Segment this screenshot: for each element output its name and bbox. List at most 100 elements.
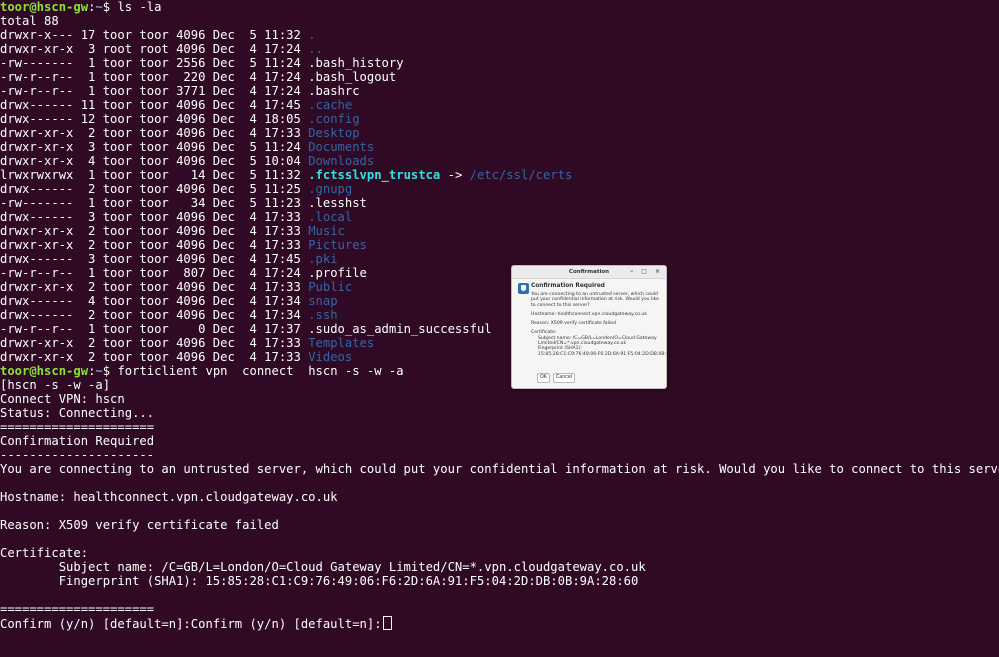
listing-name: .bash_history (308, 56, 404, 70)
prompt-path: ~ (95, 0, 103, 14)
dialog-message: You are connecting to an untrusted serve… (531, 292, 659, 308)
prompt-user-host: toor@hscn-gw (0, 364, 89, 378)
output-text: [hscn -s -w -a] (0, 378, 111, 392)
listing-row: drwx------ 3 toor toor 4096 Dec 4 17:45 … (0, 252, 999, 266)
listing-meta: -rw-r--r-- 1 toor toor 3771 Dec 4 17:24 (0, 84, 309, 98)
listing-row: drwxr-xr-x 3 toor toor 4096 Dec 5 11:24 … (0, 140, 999, 154)
listing-name: snap (308, 294, 338, 308)
listing-row: drwx------ 2 toor toor 4096 Dec 4 17:34 … (0, 308, 999, 322)
listing-meta: drwxr-xr-x 2 toor toor 4096 Dec 4 17:33 (0, 280, 309, 294)
output-text: ===================== (0, 602, 155, 616)
output-line: Confirmation Required (0, 434, 999, 448)
listing-row: -rw-r--r-- 1 toor toor 220 Dec 4 17:24 .… (0, 70, 999, 84)
listing-row: drwxr-xr-x 4 toor toor 4096 Dec 5 10:04 … (0, 154, 999, 168)
listing-row: drwx------ 2 toor toor 4096 Dec 5 11:25 … (0, 182, 999, 196)
listing-meta: drwxr-x--- 17 toor toor 4096 Dec 5 11:32 (0, 28, 309, 42)
terminal-cursor (382, 616, 392, 630)
listing-name: Downloads (308, 154, 375, 168)
output-line: Certificate: (0, 546, 999, 560)
listing-row: -rw-r--r-- 1 toor toor 0 Dec 4 17:37 .su… (0, 322, 999, 336)
dialog-reason: Reason: X509 verify certificate failed (531, 321, 616, 327)
window-controls[interactable]: – □ × (630, 266, 663, 278)
listing-name: Music (308, 224, 345, 238)
command-output: [hscn -s -w -a] Connect VPN: hscn Status: … (0, 378, 999, 631)
listing-row: drwx------ 12 toor toor 4096 Dec 4 18:05… (0, 112, 999, 126)
listing-meta: drwx------ 2 toor toor 4096 Dec 4 17:34 (0, 308, 309, 322)
listing-name: .local (308, 210, 353, 224)
output-text: Subject name: /C=GB/L=London/O=Cloud Gat… (0, 560, 646, 574)
terminal-window[interactable]: toor@hscn-gw:~$ ls -la total 88 drwxr-x-… (0, 0, 999, 657)
listing-meta: drwxr-xr-x 3 toor toor 4096 Dec 5 11:24 (0, 140, 309, 154)
listing-name: .pki (308, 252, 338, 266)
link-arrow: -> (440, 168, 470, 182)
output-text: Hostname: healthconnect.vpn.cloudgateway… (0, 490, 338, 504)
listing-name: .lesshst (308, 196, 367, 210)
output-line: Reason: X509 verify certificate failed (0, 518, 999, 532)
listing-name: Pictures (308, 238, 367, 252)
listing-meta: drwx------ 12 toor toor 4096 Dec 4 18:05 (0, 112, 309, 126)
listing-name: Desktop (308, 126, 360, 140)
listing-meta: drwxr-xr-x 2 toor toor 4096 Dec 4 17:33 (0, 126, 309, 140)
listing-row: drwx------ 4 toor toor 4096 Dec 4 17:34 … (0, 294, 999, 308)
listing-name: .profile (308, 266, 367, 280)
output-line: Status: Connecting... (0, 406, 999, 420)
prompt-line: toor@hscn-gw:~$ forticlient vpn connect … (0, 364, 999, 378)
listing-meta: drwxr-xr-x 2 toor toor 4096 Dec 4 17:33 (0, 238, 309, 252)
output-line: Confirm (y/n) [default=n]:Confirm (y/n) … (0, 616, 999, 631)
dialog-cert-subject: Subject name: /C=GB/L=London/O=Cloud Gat… (538, 335, 657, 347)
output-text: Reason: X509 verify certificate failed (0, 518, 279, 532)
listing-name: Videos (308, 350, 353, 364)
dialog-buttons: OK Cancel (537, 373, 576, 383)
listing-name: .sudo_as_admin_successful (308, 322, 492, 336)
listing-name: .gnupg (308, 182, 353, 196)
output-line: ===================== (0, 420, 999, 434)
dialog-cert-fingerprint: Fingerprint (SHA1): 15:85:28:C1:C9:76:49… (538, 346, 667, 357)
output-text: Fingerprint (SHA1): 15:85:28:C1:C9:76:49… (0, 574, 639, 588)
listing-meta: drwxr-xr-x 3 root root 4096 Dec 4 17:24 (0, 42, 309, 56)
listing-meta: -rw------- 1 toor toor 34 Dec 5 11:23 (0, 196, 309, 210)
listing-name: .fctsslvpn_trustca (308, 168, 441, 182)
listing-meta: drwx------ 2 toor toor 4096 Dec 5 11:25 (0, 182, 309, 196)
listing-row: drwxr-xr-x 2 toor toor 4096 Dec 4 17:33 … (0, 126, 999, 140)
output-line: --------------------- (0, 448, 999, 462)
listing-meta: drwxr-xr-x 2 toor toor 4096 Dec 4 17:33 (0, 224, 309, 238)
output-text: Certificate: (0, 546, 89, 560)
listing-row: -rw------- 1 toor toor 34 Dec 5 11:23 .l… (0, 196, 999, 210)
listing-meta: lrwxrwxrwx 1 toor toor 14 Dec 5 11:32 (0, 168, 309, 182)
listing-row: drwx------ 3 toor toor 4096 Dec 4 17:33 … (0, 210, 999, 224)
cancel-button[interactable]: Cancel (552, 373, 576, 383)
listing-row: drwxr-xr-x 2 toor toor 4096 Dec 4 17:33 … (0, 224, 999, 238)
listing-meta: drwx------ 3 toor toor 4096 Dec 4 17:45 (0, 252, 309, 266)
listing-meta: drwx------ 3 toor toor 4096 Dec 4 17:33 (0, 210, 309, 224)
command-text: forticlient vpn connect hscn -s -w -a (117, 364, 404, 378)
prompt-line: toor@hscn-gw:~$ ls -la (0, 0, 999, 14)
output-text: You are connecting to an untrusted serve… (0, 462, 999, 476)
output-text: Status: Connecting... (0, 406, 155, 420)
confirmation-dialog: Confirmation – □ × Confirmation Required… (511, 265, 667, 389)
command-text: ls -la (117, 0, 162, 14)
listing-meta: -rw------- 1 toor toor 2556 Dec 5 11:24 (0, 56, 309, 70)
listing-name: . (308, 28, 316, 42)
listing-meta: drwx------ 11 toor toor 4096 Dec 4 17:45 (0, 98, 309, 112)
shield-icon (518, 283, 529, 294)
listing-name: .cache (308, 98, 353, 112)
listing-row: drwxr-xr-x 2 toor toor 4096 Dec 4 17:33 … (0, 280, 999, 294)
prompt-symbol: $ (102, 0, 118, 14)
output-text: Confirm (y/n) [default=n]:Confirm (y/n) … (0, 617, 382, 631)
listing-row: lrwxrwxrwx 1 toor toor 14 Dec 5 11:32 .f… (0, 168, 999, 182)
output-line: Connect VPN: hscn (0, 392, 999, 406)
file-listing: drwxr-x--- 17 toor toor 4096 Dec 5 11:32… (0, 28, 999, 364)
listing-name: .. (308, 42, 323, 56)
listing-meta: drwxr-xr-x 4 toor toor 4096 Dec 5 10:04 (0, 154, 309, 168)
ok-button[interactable]: OK (537, 373, 550, 383)
listing-name: .bashrc (308, 84, 360, 98)
dialog-hostname: Hostname: healthconnect.vpn.cloudgateway… (531, 311, 647, 317)
output-line: Hostname: healthconnect.vpn.cloudgateway… (0, 490, 999, 504)
listing-name: Documents (308, 140, 375, 154)
dialog-title: Confirmation (568, 269, 610, 275)
output-text: --------------------- (0, 448, 155, 462)
listing-name: .bash_logout (308, 70, 397, 84)
output-line: Subject name: /C=GB/L=London/O=Cloud Gat… (0, 560, 999, 574)
